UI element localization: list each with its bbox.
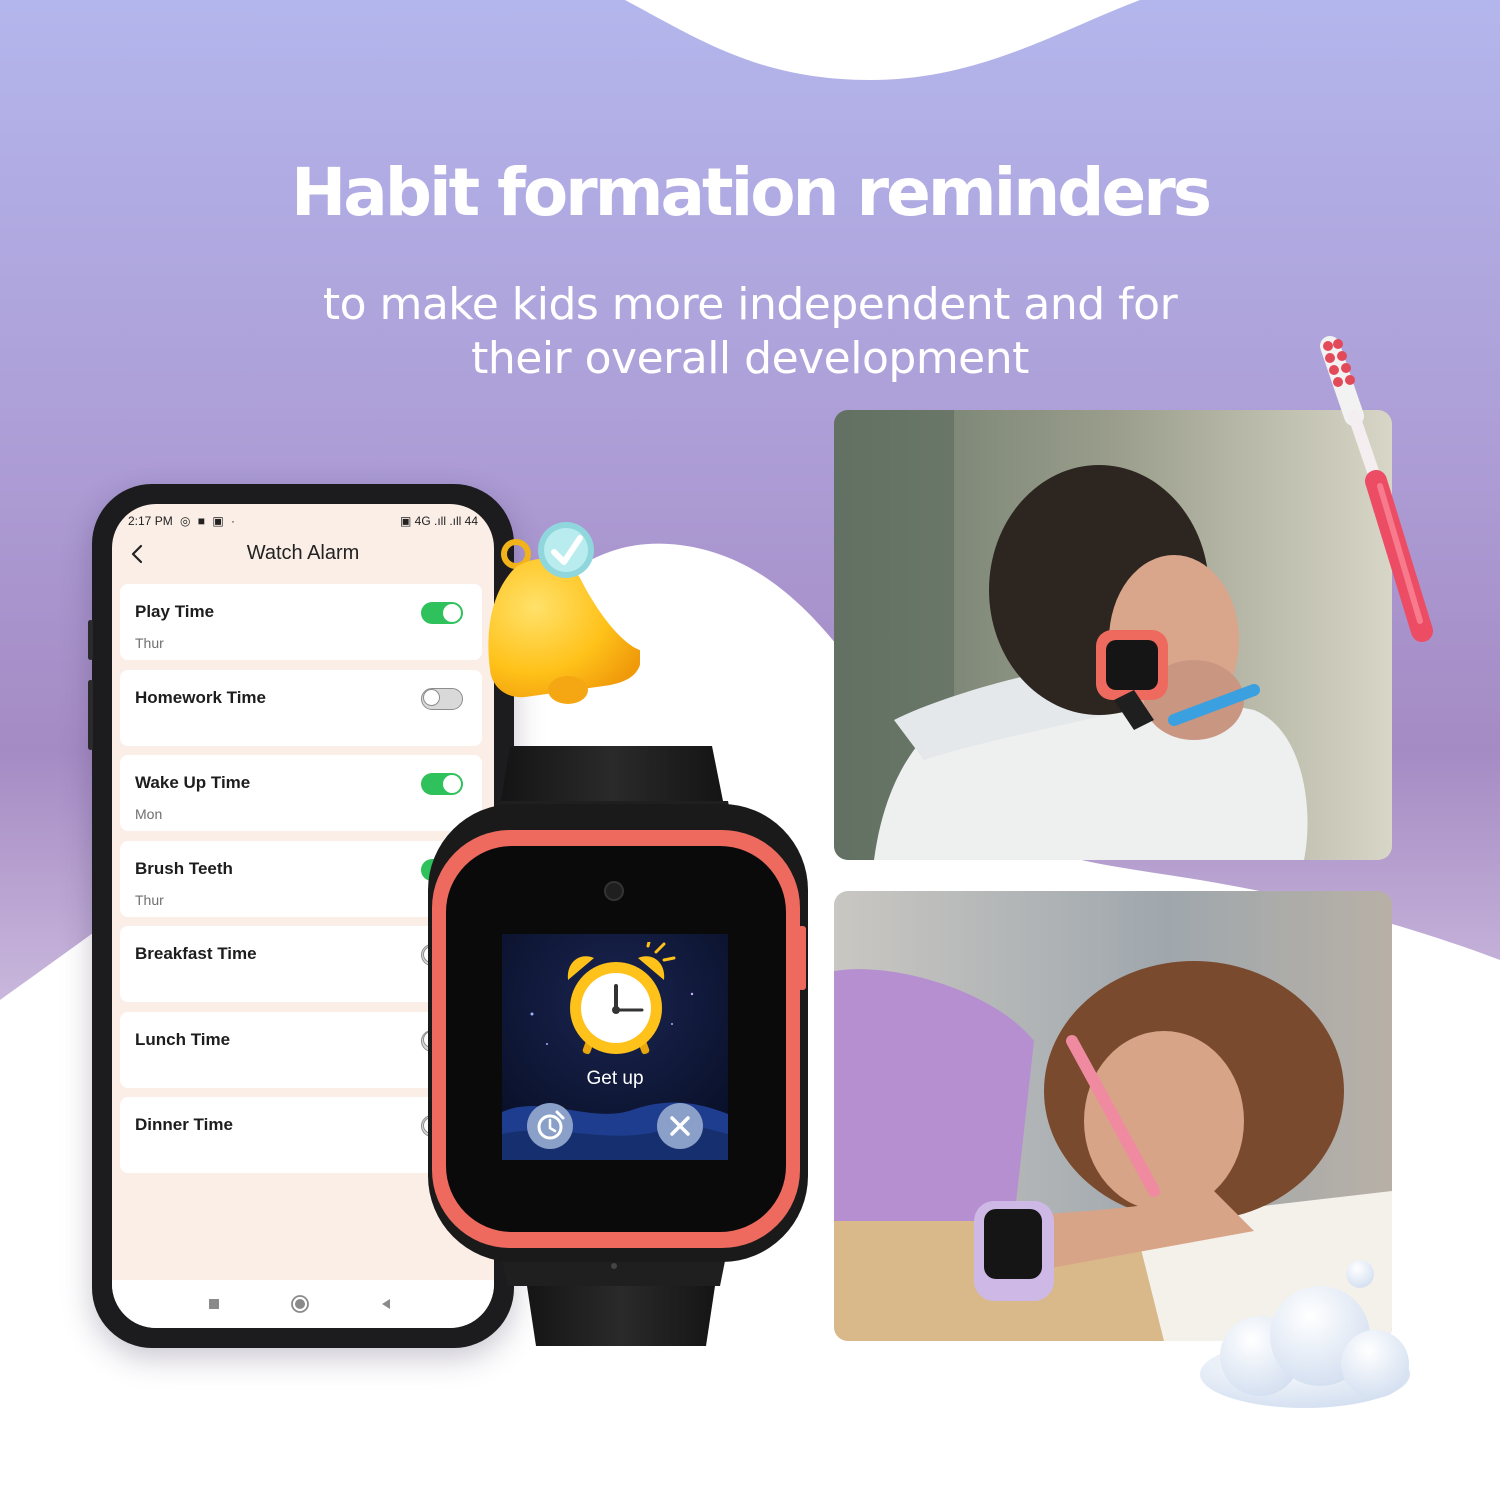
home-circle-icon[interactable] <box>290 1294 310 1314</box>
watch-alarm-label: Get up <box>586 1068 644 1089</box>
cloud-icon <box>1200 1260 1410 1408</box>
phone-side-button <box>88 680 93 750</box>
subheadline-line-2: their overall development <box>471 333 1029 384</box>
watch-screen: Get up <box>502 934 728 1160</box>
alarm-toggle[interactable] <box>421 687 463 710</box>
toggle-knob <box>423 689 440 706</box>
subheadline-line-1: to make kids more independent and for <box>322 279 1178 330</box>
alarm-name: Dinner Time <box>135 1115 233 1134</box>
photo-boy-art <box>834 410 1392 860</box>
alarm-name: Wake Up Time <box>135 773 251 792</box>
alarm-day: Thur <box>135 635 164 651</box>
toothbrush-icon <box>1320 336 1433 642</box>
dismiss-icon[interactable] <box>656 1102 704 1150</box>
status-icons-right: ▣ 4G .ıll .ıll 44 <box>399 514 478 528</box>
alarm-item-homework-time[interactable]: Homework Time <box>120 669 482 746</box>
alarm-day: Thur <box>135 891 164 908</box>
alarm-name: Brush Teeth <box>135 858 233 878</box>
snooze-icon[interactable] <box>526 1102 574 1150</box>
status-icons-left: ◎ ■ ▣ · <box>180 514 238 528</box>
phone-side-button <box>88 620 93 660</box>
toggle-knob <box>443 604 461 622</box>
alarm-day: Mon <box>135 806 163 822</box>
headline: Habit formation reminders <box>290 154 1212 231</box>
page-title: Watch Alarm <box>246 542 360 564</box>
alarm-name: Lunch Time <box>135 1029 231 1049</box>
alarm-name: Breakfast Time <box>135 944 257 963</box>
bell-icon <box>488 522 640 704</box>
square-nav-icon[interactable] <box>204 1294 224 1314</box>
alarm-item-play-time[interactable]: Play Time Thur <box>120 584 482 660</box>
subheadline: to make kids more independent and for th… <box>0 278 1500 386</box>
alarm-name: Homework Time <box>135 687 267 707</box>
back-triangle-icon[interactable] <box>376 1294 396 1314</box>
status-time: 2:17 PM <box>128 514 173 528</box>
alarm-name: Play Time <box>135 602 215 621</box>
alarm-clock-icon <box>567 942 676 1055</box>
status-bar: 2:17 PM ◎ ■ ▣ · ▣ 4G .ıll .ıll 44 <box>128 514 478 532</box>
photo-boy-brushing-teeth <box>834 410 1392 860</box>
alarm-toggle[interactable] <box>421 602 463 624</box>
